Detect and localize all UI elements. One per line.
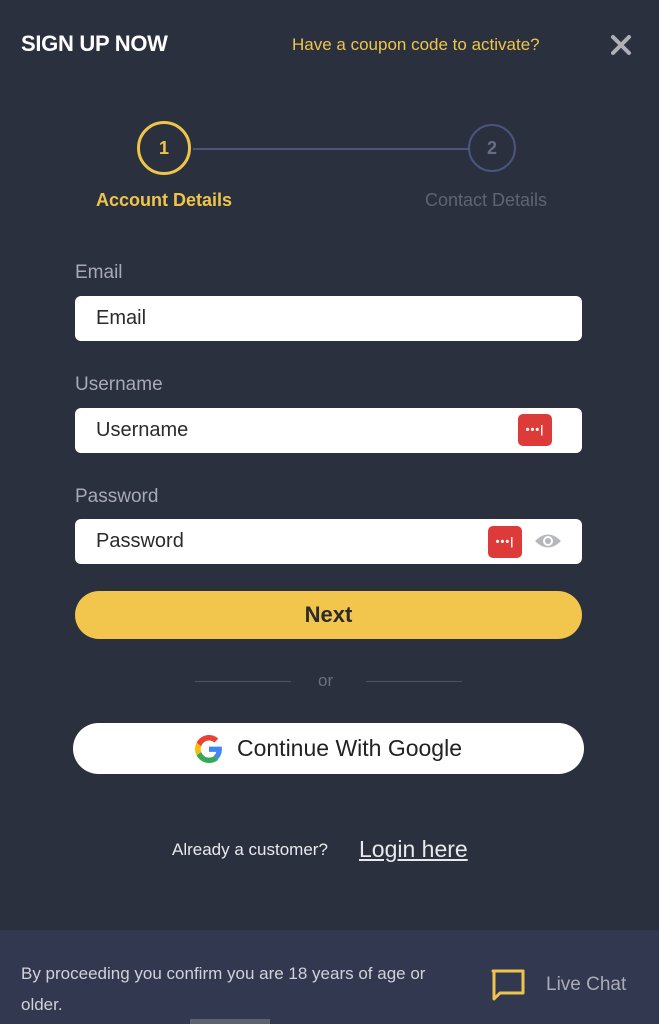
coupon-link[interactable]: Have a coupon code to activate?	[292, 35, 540, 55]
divider-text: or	[318, 671, 334, 690]
scroll-handle[interactable]	[190, 1019, 270, 1024]
google-signin-button[interactable]: Continue With Google	[73, 723, 584, 774]
email-field	[75, 296, 582, 341]
next-button[interactable]: Next	[75, 591, 582, 639]
password-label: Password	[75, 486, 159, 507]
close-icon	[611, 35, 631, 55]
step-2-label: Contact Details	[425, 190, 548, 210]
google-button-label: Continue With Google	[236, 735, 462, 761]
footer: By proceeding you confirm you are 18 yea…	[0, 930, 659, 1024]
login-link[interactable]: Login here	[359, 836, 468, 863]
header-title: SIGN UP NOW	[21, 31, 168, 56]
google-icon	[194, 734, 222, 763]
divider-line-right	[366, 681, 462, 682]
age-disclaimer: By proceeding you confirm you are 18 yea…	[21, 964, 426, 1014]
password-manager-icon[interactable]: •••|	[518, 414, 552, 446]
email-label: Email	[75, 262, 123, 283]
step-1-circle: 1	[137, 121, 191, 175]
step-1-label: Account Details	[96, 190, 233, 210]
password-input[interactable]	[96, 519, 496, 564]
step-connector	[193, 148, 469, 150]
live-chat-label: Live Chat	[546, 974, 627, 995]
live-chat-button[interactable]: Live Chat	[490, 968, 626, 1002]
already-customer-text: Already a customer?	[172, 840, 328, 859]
username-label: Username	[75, 374, 163, 395]
chat-icon	[491, 969, 525, 1001]
close-button[interactable]	[609, 34, 633, 58]
username-field: •••|	[75, 408, 582, 453]
email-input[interactable]	[96, 296, 496, 341]
eye-icon[interactable]	[533, 530, 563, 552]
step-2-circle: 2	[468, 124, 516, 172]
divider-line-left	[195, 681, 291, 682]
password-field: •••|	[75, 519, 582, 564]
password-manager-icon[interactable]: •••|	[488, 526, 522, 558]
username-input[interactable]	[96, 408, 496, 453]
